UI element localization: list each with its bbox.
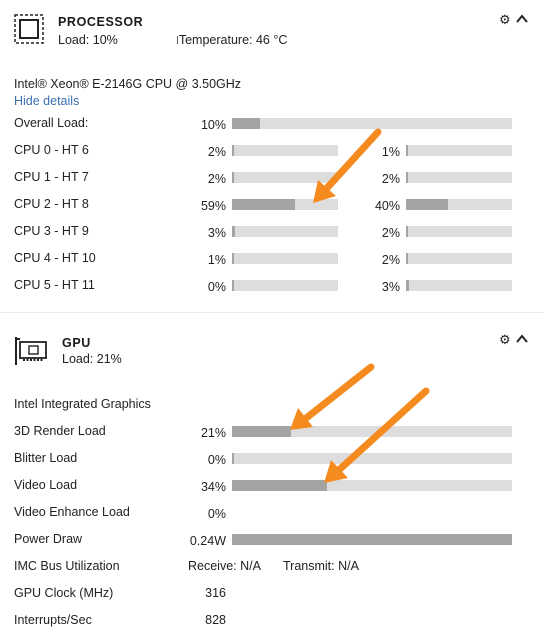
video-load-value: 34% xyxy=(200,480,226,494)
cpu-core-a-bar xyxy=(232,280,338,291)
cpu-core-b-value: 40% xyxy=(374,199,400,213)
gpu-title: GPU xyxy=(62,336,91,350)
gpu-name: Intel Integrated Graphics xyxy=(14,397,151,411)
cpu-core-b-bar xyxy=(406,199,512,210)
video-load-bar xyxy=(232,480,512,491)
cpu-core-b-value: 1% xyxy=(381,145,400,159)
cpu-core-b-value: 2% xyxy=(381,172,400,186)
blitter-load-value: 0% xyxy=(207,453,226,467)
cpu-core-a-value: 59% xyxy=(200,199,226,213)
imc-transmit: Transmit: N/A xyxy=(283,559,359,573)
render-load-value: 21% xyxy=(200,426,226,440)
processor-model: Intel® Xeon® E-2146G CPU @ 3.50GHz xyxy=(14,77,242,91)
power-draw-bar-fill xyxy=(232,534,512,545)
cpu-row-label: CPU 3 - HT 9 xyxy=(14,224,89,238)
cpu-row-label: CPU 0 - HT 6 xyxy=(14,143,89,157)
cpu-core-b-bar-fill xyxy=(406,199,448,210)
cpu-core-a-bar xyxy=(232,199,338,210)
overall-load-bar-fill xyxy=(232,118,260,129)
cpu-core-a-bar-fill xyxy=(232,226,235,237)
cpu-core-a-bar xyxy=(232,145,338,156)
hide-details-link[interactable]: Hide details xyxy=(14,94,79,108)
gpu-settings-gear-icon[interactable]: ⚙ xyxy=(499,333,511,346)
cpu-core-a-value: 2% xyxy=(207,172,226,186)
processor-collapse-chevron-up-icon[interactable] xyxy=(516,14,528,24)
processor-chip-icon xyxy=(14,14,44,44)
blitter-load-bar-fill xyxy=(232,453,234,464)
imc-bus-label: IMC Bus Utilization xyxy=(14,559,120,573)
cpu-core-a-value: 3% xyxy=(207,226,226,240)
cpu-core-b-bar xyxy=(406,172,512,183)
cpu-core-a-bar xyxy=(232,172,338,183)
cpu-row-label: CPU 4 - HT 10 xyxy=(14,251,96,265)
gpu-collapse-chevron-up-icon[interactable] xyxy=(516,334,528,344)
blitter-load-label: Blitter Load xyxy=(14,451,78,465)
power-draw-label: Power Draw xyxy=(14,532,83,546)
blitter-load-bar xyxy=(232,453,512,464)
overall-load-bar xyxy=(232,118,512,129)
cpu-core-a-bar-fill xyxy=(232,253,234,264)
cpu-core-a-bar xyxy=(232,226,338,237)
cpu-core-b-bar-fill xyxy=(406,172,408,183)
interrupts-label: Interrupts/Sec xyxy=(14,613,92,627)
annotation-arrow xyxy=(290,363,375,430)
section-divider xyxy=(0,312,544,313)
video-enhance-load-label: Video Enhance Load xyxy=(14,505,130,519)
power-draw-bar xyxy=(232,534,512,545)
annotation-arrow xyxy=(313,128,382,203)
cpu-core-a-value: 2% xyxy=(207,145,226,159)
cpu-core-b-bar xyxy=(406,145,512,156)
power-draw-value: 0.24W xyxy=(189,534,226,548)
cpu-core-b-bar-fill xyxy=(406,280,409,291)
cpu-core-a-bar-fill xyxy=(232,145,234,156)
render-load-bar-fill xyxy=(232,426,291,437)
processor-load: Load: 10% xyxy=(58,33,118,47)
cpu-core-b-bar-fill xyxy=(406,253,408,264)
annotation-arrow xyxy=(324,387,430,483)
cpu-core-a-bar-fill xyxy=(232,172,234,183)
cpu-core-b-bar-fill xyxy=(406,145,408,156)
processor-title: PROCESSOR xyxy=(58,15,144,29)
cpu-core-a-bar-fill xyxy=(232,199,295,210)
cpu-core-b-value: 2% xyxy=(381,226,400,240)
imc-receive: Receive: N/A xyxy=(188,559,261,573)
cpu-row-label: CPU 1 - HT 7 xyxy=(14,170,89,184)
overall-load-value: 10% xyxy=(200,118,226,132)
cpu-core-b-bar-fill xyxy=(406,226,408,237)
render-load-bar xyxy=(232,426,512,437)
cpu-core-b-bar xyxy=(406,280,512,291)
gpu-clock-label: GPU Clock (MHz) xyxy=(14,586,114,600)
cpu-core-a-value: 0% xyxy=(207,280,226,294)
temperature-text: Temperature: 46 °C xyxy=(178,33,288,47)
processor-temperature: ǀTemperature: 46 °C xyxy=(176,33,287,47)
cpu-core-b-bar xyxy=(406,226,512,237)
cpu-core-a-bar xyxy=(232,253,338,264)
cpu-core-a-bar-fill xyxy=(232,280,234,291)
video-load-bar-fill xyxy=(232,480,327,491)
gpu-load: Load: 21% xyxy=(62,352,122,366)
video-load-label: Video Load xyxy=(14,478,78,492)
cpu-core-b-value: 3% xyxy=(381,280,400,294)
cpu-core-b-bar xyxy=(406,253,512,264)
overall-load-label: Overall Load: xyxy=(14,116,89,130)
interrupts-value: 828 xyxy=(205,613,226,627)
cpu-row-label: CPU 2 - HT 8 xyxy=(14,197,89,211)
render-load-label: 3D Render Load xyxy=(14,424,106,438)
gpu-clock-value: 316 xyxy=(205,586,226,600)
gpu-card-icon xyxy=(15,337,47,365)
cpu-row-label: CPU 5 - HT 11 xyxy=(14,278,95,292)
cpu-core-a-value: 1% xyxy=(207,253,226,267)
cpu-core-b-value: 2% xyxy=(381,253,400,267)
video-enhance-load-value: 0% xyxy=(207,507,226,521)
processor-settings-gear-icon[interactable]: ⚙ xyxy=(499,13,511,26)
